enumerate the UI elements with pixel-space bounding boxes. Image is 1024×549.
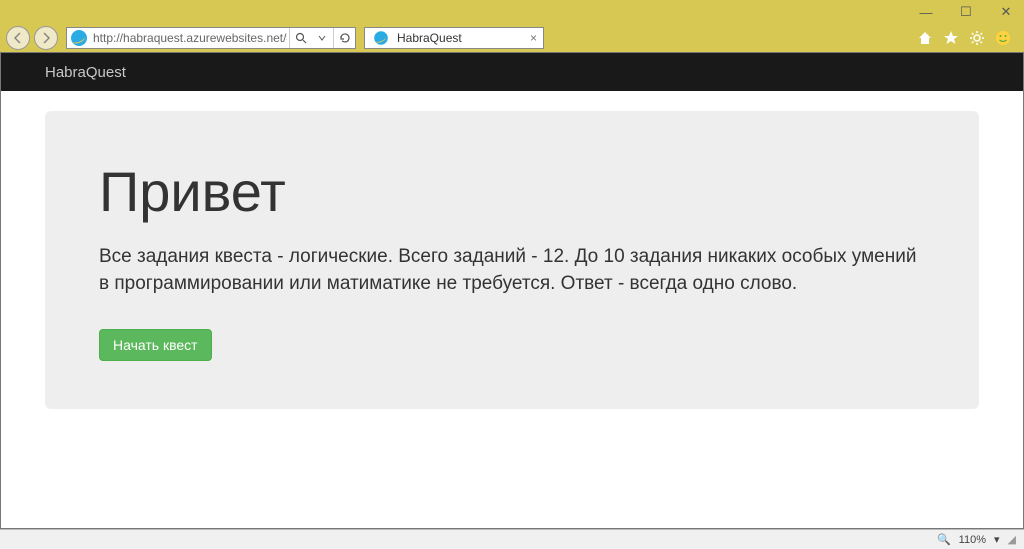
resize-grip-icon: ◢ bbox=[1008, 533, 1016, 546]
zoom-icon: 🔍 bbox=[937, 533, 951, 546]
zoom-dropdown[interactable]: ▾ bbox=[994, 533, 1000, 546]
close-window-button[interactable]: ✕ bbox=[994, 2, 1018, 22]
brand-link[interactable]: HabraQuest bbox=[45, 64, 126, 81]
page-description: Все задания квеста - логические. Всего з… bbox=[99, 244, 925, 297]
page-heading: Привет bbox=[99, 159, 925, 224]
address-bar[interactable] bbox=[66, 27, 356, 49]
arrow-left-icon bbox=[12, 32, 24, 44]
window-titlebar: — ☐ ✕ bbox=[0, 0, 1024, 24]
site-navbar: HabraQuest bbox=[1, 53, 1023, 91]
browser-toolbar: HabraQuest × bbox=[0, 24, 1024, 52]
tab-favicon-icon bbox=[374, 31, 388, 45]
url-input[interactable] bbox=[91, 31, 289, 45]
chevron-down-icon bbox=[318, 34, 326, 42]
browser-right-icons bbox=[916, 29, 1018, 47]
refresh-icon bbox=[339, 32, 351, 44]
dropdown-button[interactable] bbox=[311, 28, 333, 48]
minimize-button[interactable]: — bbox=[914, 2, 938, 22]
status-bar: 🔍 110% ▾ ◢ bbox=[0, 529, 1024, 549]
home-button[interactable] bbox=[916, 29, 934, 47]
browser-tab[interactable]: HabraQuest × bbox=[364, 27, 544, 49]
gear-icon bbox=[969, 30, 985, 46]
refresh-button[interactable] bbox=[333, 28, 355, 48]
favorites-button[interactable] bbox=[942, 29, 960, 47]
zoom-level[interactable]: 110% bbox=[959, 534, 986, 546]
smiley-icon bbox=[995, 30, 1011, 46]
back-button[interactable] bbox=[6, 26, 30, 50]
maximize-button[interactable]: ☐ bbox=[954, 2, 978, 22]
forward-button[interactable] bbox=[34, 26, 58, 50]
smiley-button[interactable] bbox=[994, 29, 1012, 47]
tab-title: HabraQuest bbox=[393, 31, 528, 45]
star-icon bbox=[943, 30, 959, 46]
jumbotron: Привет Все задания квеста - логические. … bbox=[45, 111, 979, 409]
tools-button[interactable] bbox=[968, 29, 986, 47]
start-quest-button[interactable]: Начать квест bbox=[99, 329, 212, 361]
tab-close-button[interactable]: × bbox=[528, 31, 539, 45]
arrow-right-icon bbox=[40, 32, 52, 44]
home-icon bbox=[917, 30, 933, 46]
page-viewport: HabraQuest Привет Все задания квеста - л… bbox=[0, 52, 1024, 529]
search-icon bbox=[295, 32, 307, 44]
ie-logo-icon bbox=[71, 30, 87, 46]
search-button[interactable] bbox=[289, 28, 311, 48]
